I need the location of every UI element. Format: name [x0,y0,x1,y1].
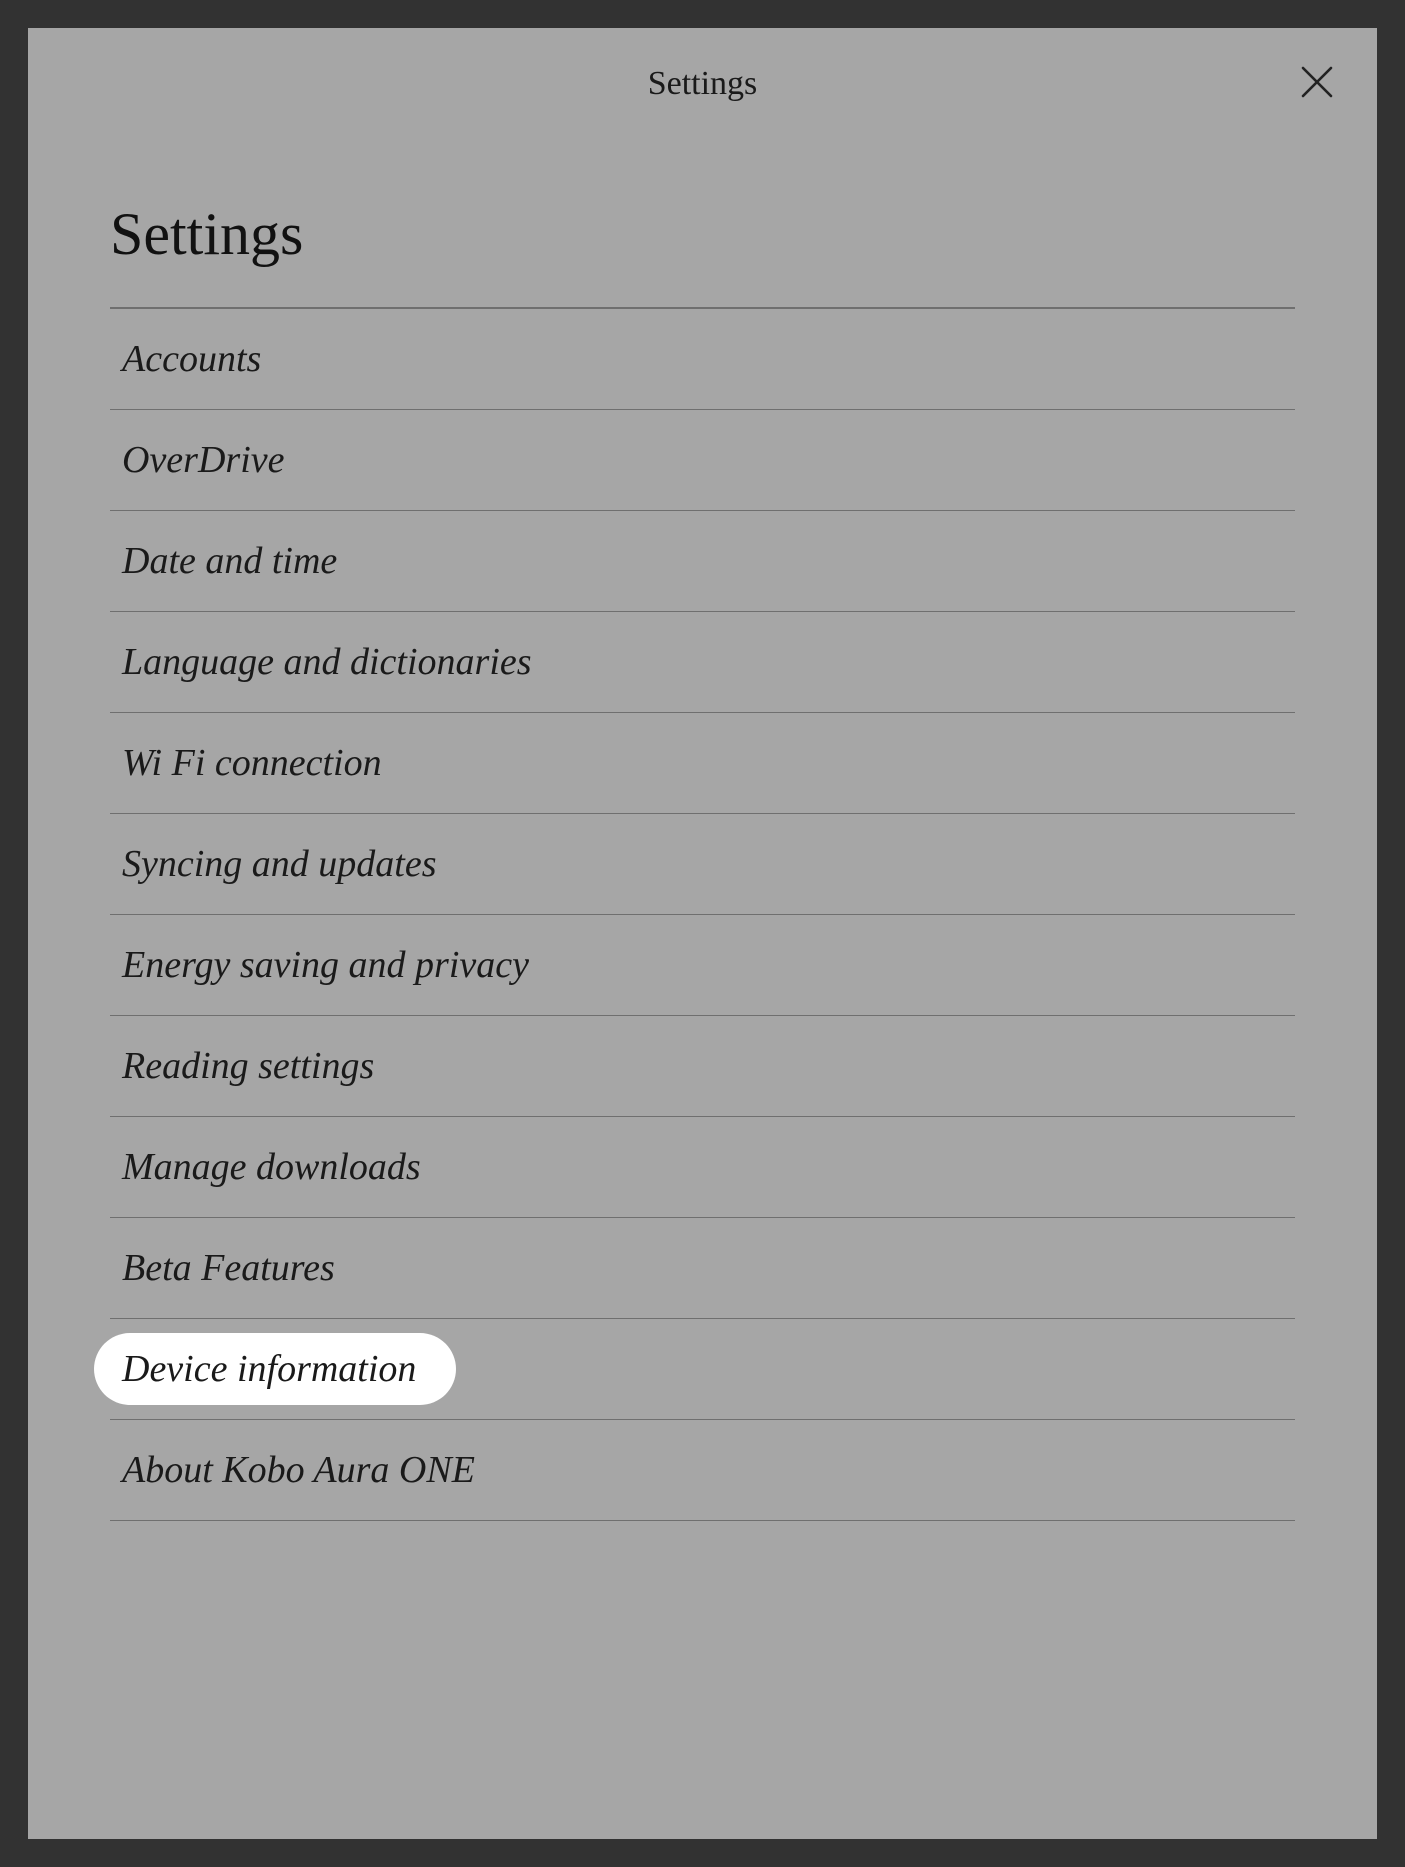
page-heading: Settings [110,200,1295,309]
settings-menu: Accounts OverDrive Date and time Languag… [110,309,1295,1521]
settings-content: Settings Accounts OverDrive Date and tim… [28,140,1377,1521]
menu-label: Reading settings [122,1044,374,1088]
menu-item-downloads[interactable]: Manage downloads [110,1117,1295,1218]
menu-item-wifi[interactable]: Wi Fi connection [110,713,1295,814]
menu-item-date-time[interactable]: Date and time [110,511,1295,612]
menu-label: Date and time [122,539,337,583]
menu-item-reading[interactable]: Reading settings [110,1016,1295,1117]
menu-item-energy[interactable]: Energy saving and privacy [110,915,1295,1016]
menu-item-device-info[interactable]: Device information [110,1319,1295,1420]
menu-label: Syncing and updates [122,842,437,886]
menu-item-accounts[interactable]: Accounts [110,309,1295,410]
settings-panel: Settings Settings Accounts OverDrive Dat… [28,28,1377,1839]
menu-label: Accounts [122,337,261,381]
menu-label: Manage downloads [122,1145,421,1189]
menu-item-language[interactable]: Language and dictionaries [110,612,1295,713]
title-bar: Settings [28,28,1377,140]
menu-label: Wi Fi connection [122,741,382,785]
close-icon [1296,61,1338,108]
dialog-title: Settings [648,65,758,103]
menu-label: Device information [94,1333,456,1405]
menu-item-syncing[interactable]: Syncing and updates [110,814,1295,915]
menu-label: Language and dictionaries [122,640,532,684]
menu-label: Beta Features [122,1246,335,1290]
menu-item-about[interactable]: About Kobo Aura ONE [110,1420,1295,1521]
menu-label: About Kobo Aura ONE [122,1448,475,1492]
menu-item-overdrive[interactable]: OverDrive [110,410,1295,511]
close-button[interactable] [1291,58,1343,110]
menu-label: Energy saving and privacy [122,943,529,987]
menu-label: OverDrive [122,438,284,482]
menu-item-beta[interactable]: Beta Features [110,1218,1295,1319]
